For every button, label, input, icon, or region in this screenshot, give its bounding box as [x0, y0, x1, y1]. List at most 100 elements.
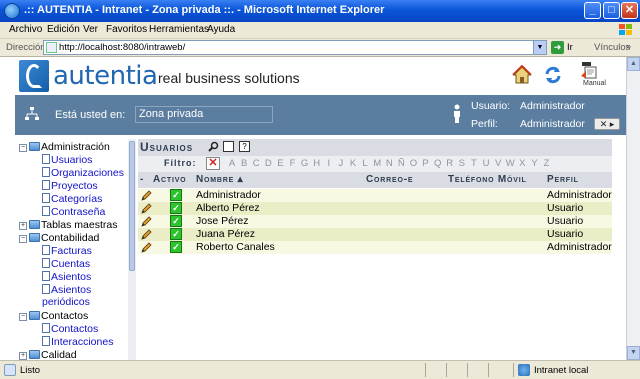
tree-item-facturas[interactable]: Facturas	[42, 245, 92, 257]
menu-ayuda[interactable]: Ayuda	[207, 24, 235, 35]
edit-pencil-icon[interactable]	[141, 229, 152, 240]
minimize-button[interactable]: _	[584, 2, 601, 19]
manual-icon[interactable]	[580, 61, 598, 79]
letter-filter-s[interactable]: S	[456, 158, 468, 169]
folder-icon	[29, 220, 40, 229]
address-input[interactable]: http://localhost:8080/intraweb/ ▼	[43, 40, 547, 55]
letter-filter-ñ[interactable]: Ñ	[395, 158, 407, 169]
maximize-button[interactable]: □	[603, 2, 620, 19]
letter-filter-m[interactable]: M	[371, 158, 383, 169]
table-row[interactable]: ✓ Alberto Pérez Usuario	[138, 202, 612, 215]
links-chevron-icon[interactable]: »	[626, 41, 631, 51]
expand-icon[interactable]: +	[19, 222, 27, 230]
scroll-up-icon[interactable]: ▲	[627, 57, 640, 71]
go-button[interactable]: Ir	[567, 42, 573, 53]
address-url[interactable]: http://localhost:8080/intraweb/	[59, 42, 185, 53]
letter-filter-b[interactable]: B	[238, 158, 250, 169]
page-scrollbar[interactable]: ▲ ▼	[626, 57, 640, 360]
letter-filter-r[interactable]: R	[444, 158, 456, 169]
tree-item-organizaciones[interactable]: Organizaciones	[42, 167, 124, 179]
column-name[interactable]: Nombre ▴	[196, 174, 243, 185]
logo-text[interactable]: autentia	[53, 61, 158, 91]
new-document-icon[interactable]	[223, 141, 234, 152]
table-row[interactable]: ✓ Juana Pérez Usuario	[138, 228, 612, 241]
tree-scrollbar[interactable]	[128, 139, 136, 360]
tree-scrollbar-thumb[interactable]	[129, 141, 135, 271]
autentia-logo-icon[interactable]	[19, 60, 49, 92]
letter-filter-c[interactable]: C	[250, 158, 262, 169]
tree-node-administracion[interactable]: − Administración	[19, 141, 110, 153]
edit-pencil-icon[interactable]	[141, 216, 152, 227]
letter-filter-o[interactable]: O	[407, 158, 419, 169]
expand-icon[interactable]: +	[19, 352, 27, 360]
tree-node-calidad[interactable]: + Calidad	[19, 349, 77, 360]
letter-filter-v[interactable]: V	[492, 158, 504, 169]
tree-item-asientos[interactable]: Asientos	[42, 271, 91, 283]
letter-filter-g[interactable]: G	[299, 158, 311, 169]
manual-label[interactable]: Manual	[583, 80, 606, 87]
letter-filter-i[interactable]: I	[323, 158, 335, 169]
tree-item-asientos-periodicos[interactable]: Asientos	[42, 284, 91, 296]
letter-filter-f[interactable]: F	[286, 158, 298, 169]
go-arrow-icon[interactable]: ➜	[551, 41, 564, 54]
letter-filter-w[interactable]: W	[504, 158, 516, 169]
table-row[interactable]: ✓ Roberto Canales Administrador	[138, 241, 612, 254]
help-icon[interactable]: ?	[239, 141, 250, 152]
links-button[interactable]: Vínculos	[594, 42, 630, 53]
sort-toggle[interactable]: -	[140, 174, 144, 185]
tree-node-contactos[interactable]: − Contactos	[19, 310, 88, 322]
logout-button[interactable]: ✕ ▸	[594, 118, 620, 130]
letter-filter-k[interactable]: K	[347, 158, 359, 169]
letter-filter-t[interactable]: T	[468, 158, 480, 169]
menu-herramientas[interactable]: Herramientas	[149, 24, 209, 35]
tagline: real business solutions	[158, 70, 300, 86]
column-active[interactable]: Activo	[153, 174, 186, 185]
search-icon[interactable]	[208, 141, 219, 152]
letter-filter-p[interactable]: P	[420, 158, 432, 169]
tree-node-contabilidad[interactable]: − Contabilidad	[19, 232, 99, 244]
menu-ver[interactable]: Ver	[83, 24, 98, 35]
close-button[interactable]: ✕	[621, 2, 638, 19]
tree-node-tablas-maestras[interactable]: + Tablas maestras	[19, 219, 117, 231]
collapse-icon[interactable]: −	[19, 313, 27, 321]
letter-filter-a[interactable]: A	[226, 158, 238, 169]
collapse-icon[interactable]: −	[19, 235, 27, 243]
letter-filter-l[interactable]: L	[359, 158, 371, 169]
letter-filter-d[interactable]: D	[262, 158, 274, 169]
home-icon[interactable]	[512, 65, 532, 85]
tree-item-categorias[interactable]: Categorías	[42, 193, 102, 205]
tree-item-asientos-periodicos-cont[interactable]: periódicos	[42, 296, 90, 308]
letter-filter-z[interactable]: Z	[540, 158, 552, 169]
tree-item-contactos[interactable]: Contactos	[42, 323, 98, 335]
letter-filter-h[interactable]: H	[311, 158, 323, 169]
tree-item-interacciones[interactable]: Interacciones	[42, 336, 113, 348]
window-titlebar[interactable]: .:: AUTENTIA - Intranet - Zona privada :…	[0, 0, 640, 22]
column-profile[interactable]: Perfil	[547, 174, 579, 185]
address-dropdown-icon[interactable]: ▼	[533, 41, 546, 54]
tree-item-usuarios[interactable]: Usuarios	[42, 154, 92, 166]
menu-edicion[interactable]: Edición	[47, 24, 80, 35]
edit-pencil-icon[interactable]	[141, 190, 152, 201]
tree-item-contrasena[interactable]: Contraseña	[42, 206, 105, 218]
letter-filter-n[interactable]: N	[383, 158, 395, 169]
tree-item-proyectos[interactable]: Proyectos	[42, 180, 98, 192]
collapse-icon[interactable]: −	[19, 144, 27, 152]
refresh-icon[interactable]	[543, 65, 563, 85]
edit-pencil-icon[interactable]	[141, 203, 152, 214]
column-phone[interactable]: Teléfono Móvil	[448, 174, 527, 185]
letter-filter-e[interactable]: E	[274, 158, 286, 169]
letter-filter-q[interactable]: Q	[432, 158, 444, 169]
edit-pencil-icon[interactable]	[141, 242, 152, 253]
letter-filter-y[interactable]: Y	[528, 158, 540, 169]
scroll-down-icon[interactable]: ▼	[627, 346, 640, 360]
menu-favoritos[interactable]: Favoritos	[106, 24, 147, 35]
letter-filter-u[interactable]: U	[480, 158, 492, 169]
letter-filter-x[interactable]: X	[516, 158, 528, 169]
menu-archivo[interactable]: Archivo	[9, 24, 42, 35]
column-email[interactable]: Correo-e	[366, 174, 413, 185]
table-row[interactable]: ✓ Jose Pérez Usuario	[138, 215, 612, 228]
letter-filter-j[interactable]: J	[335, 158, 347, 169]
tree-item-cuentas[interactable]: Cuentas	[42, 258, 90, 270]
table-row[interactable]: ✓ Administrador Administrador	[138, 189, 612, 202]
clear-filter-icon[interactable]: ✕	[206, 157, 220, 170]
